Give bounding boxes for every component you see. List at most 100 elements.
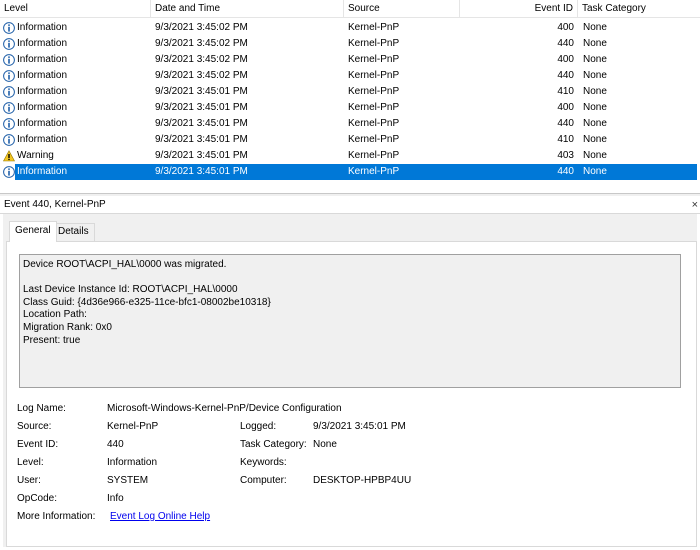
row-source: Kernel-PnP — [348, 22, 400, 33]
log-name-label: Log Name: — [17, 403, 66, 414]
row-level: Information — [17, 54, 68, 65]
logged-value[interactable]: 9/3/2021 3:45:01 PM — [313, 421, 406, 432]
detail-pane: General Details Device ROOT\ACPI_HAL\000… — [3, 214, 697, 547]
tab-general[interactable]: General — [9, 221, 57, 242]
row-date-time: 9/3/2021 3:45:01 PM — [155, 166, 248, 177]
row-task-category: None — [583, 102, 607, 113]
column-header-source[interactable]: Source — [344, 0, 460, 18]
opcode-label: OpCode: — [17, 493, 58, 504]
row-date-time: 9/3/2021 3:45:01 PM — [155, 134, 248, 145]
task-category-label: Task Category: — [240, 439, 307, 450]
row-source: Kernel-PnP — [348, 70, 400, 81]
event-row[interactable]: Information 9/3/2021 3:45:01 PM Kernel-PnP… — [0, 84, 700, 100]
warning-icon — [3, 150, 15, 162]
row-event-id: 440 — [557, 166, 574, 177]
event-rows: Information 9/3/2021 3:45:02 PM Kernel-PnP… — [0, 20, 700, 180]
row-level: Information — [17, 38, 68, 49]
row-task-category: None — [583, 166, 607, 177]
column-header-row: Level Date and Time Source Event ID Task… — [0, 0, 700, 18]
row-level: Information — [17, 118, 68, 129]
row-task-category: None — [583, 86, 607, 97]
event-row[interactable]: Information 9/3/2021 3:45:01 PM Kernel-PnP… — [0, 164, 700, 180]
task-category-value[interactable]: None — [313, 439, 337, 450]
row-task-category: None — [583, 54, 607, 65]
row-source: Kernel-PnP — [348, 150, 400, 161]
row-event-id: 440 — [557, 118, 574, 129]
event-row[interactable]: Warning 9/3/2021 3:45:01 PM Kernel-PnP 403 N… — [0, 148, 700, 164]
row-task-category: None — [583, 150, 607, 161]
row-source: Kernel-PnP — [348, 166, 400, 177]
event-message-box[interactable]: Device ROOT\ACPI_HAL\0000 was migrated. … — [19, 254, 681, 388]
close-icon[interactable]: × — [692, 196, 698, 214]
event-row[interactable]: Information 9/3/2021 3:45:01 PM Kernel-PnP… — [0, 100, 700, 116]
info-icon — [3, 118, 15, 130]
row-source: Kernel-PnP — [348, 118, 400, 129]
level-value[interactable]: Information — [107, 457, 157, 468]
row-source: Kernel-PnP — [348, 54, 400, 65]
column-header-level[interactable]: Level — [0, 0, 151, 18]
row-event-id: 410 — [557, 86, 574, 97]
user-value[interactable]: SYSTEM — [107, 475, 148, 486]
row-source: Kernel-PnP — [348, 134, 400, 145]
row-date-time: 9/3/2021 3:45:02 PM — [155, 54, 248, 65]
event-id-value[interactable]: 440 — [107, 439, 124, 450]
info-icon — [3, 86, 15, 98]
event-list[interactable]: Level Date and Time Source Event ID Task… — [0, 0, 700, 193]
row-date-time: 9/3/2021 3:45:02 PM — [155, 22, 248, 33]
event-id-label: Event ID: — [17, 439, 59, 450]
row-event-id: 400 — [557, 22, 574, 33]
source-value[interactable]: Kernel-PnP — [107, 421, 158, 432]
source-label: Source: — [17, 421, 52, 432]
event-log-online-help-link[interactable]: Event Log Online Help — [110, 511, 210, 522]
info-icon — [3, 22, 15, 34]
tab-details[interactable]: Details — [52, 223, 95, 241]
row-event-id: 403 — [557, 150, 574, 161]
column-header-date[interactable]: Date and Time — [151, 0, 344, 18]
info-icon — [3, 38, 15, 50]
level-label: Level: — [17, 457, 44, 468]
column-header-event-id[interactable]: Event ID — [460, 0, 578, 18]
detail-pane-title: Event 440, Kernel-PnP × — [0, 196, 700, 214]
opcode-value[interactable]: Info — [107, 493, 124, 504]
row-event-id: 400 — [557, 54, 574, 65]
row-level: Information — [17, 166, 68, 177]
row-source: Kernel-PnP — [348, 38, 400, 49]
row-date-time: 9/3/2021 3:45:02 PM — [155, 38, 248, 49]
row-task-category: None — [583, 38, 607, 49]
event-row[interactable]: Information 9/3/2021 3:45:02 PM Kernel-PnP… — [0, 36, 700, 52]
event-row[interactable]: Information 9/3/2021 3:45:01 PM Kernel-PnP… — [0, 132, 700, 148]
row-task-category: None — [583, 70, 607, 81]
event-row[interactable]: Information 9/3/2021 3:45:01 PM Kernel-PnP… — [0, 116, 700, 132]
row-source: Kernel-PnP — [348, 86, 400, 97]
row-event-id: 440 — [557, 70, 574, 81]
row-level: Information — [17, 22, 68, 33]
row-task-category: None — [583, 118, 607, 129]
row-date-time: 9/3/2021 3:45:01 PM — [155, 102, 248, 113]
column-header-task-category[interactable]: Task Category — [578, 0, 700, 18]
logged-label: Logged: — [240, 421, 277, 432]
row-event-id: 400 — [557, 102, 574, 113]
event-row[interactable]: Information 9/3/2021 3:45:02 PM Kernel-PnP… — [0, 20, 700, 36]
row-event-id: 440 — [557, 38, 574, 49]
event-row[interactable]: Information 9/3/2021 3:45:02 PM Kernel-PnP… — [0, 68, 700, 84]
row-date-time: 9/3/2021 3:45:01 PM — [155, 150, 248, 161]
info-icon — [3, 54, 15, 66]
row-date-time: 9/3/2021 3:45:01 PM — [155, 118, 248, 129]
more-information-label: More Information: — [17, 511, 96, 522]
log-name-value[interactable]: Microsoft-Windows-Kernel-PnP/Device Conf… — [107, 403, 342, 414]
row-level: Information — [17, 102, 68, 113]
general-tab-content: Device ROOT\ACPI_HAL\0000 was migrated. … — [6, 241, 697, 547]
info-icon — [3, 134, 15, 146]
info-icon — [3, 166, 15, 178]
event-row[interactable]: Information 9/3/2021 3:45:02 PM Kernel-PnP… — [0, 52, 700, 68]
row-task-category: None — [583, 134, 607, 145]
row-level: Information — [17, 134, 68, 145]
row-level: Information — [17, 70, 68, 81]
computer-label: Computer: — [240, 475, 287, 486]
row-date-time: 9/3/2021 3:45:02 PM — [155, 70, 248, 81]
row-task-category: None — [583, 22, 607, 33]
computer-value[interactable]: DESKTOP-HPBP4UU — [313, 475, 411, 486]
detail-title-text: Event 440, Kernel-PnP — [4, 199, 106, 210]
row-date-time: 9/3/2021 3:45:01 PM — [155, 86, 248, 97]
row-source: Kernel-PnP — [348, 102, 400, 113]
